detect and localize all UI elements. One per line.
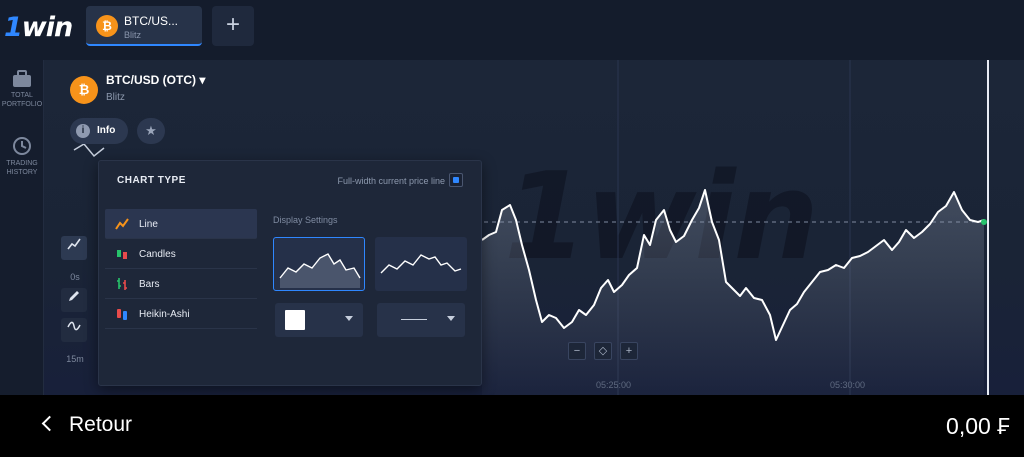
price-line-left: [73, 143, 105, 158]
wave-indicator-icon: [67, 321, 81, 331]
sidebar-item-history[interactable]: TRADING HISTORY: [0, 136, 44, 177]
line-style-dropdown[interactable]: [377, 303, 465, 337]
chart-type-line[interactable]: Line: [105, 209, 257, 239]
line-color-dropdown[interactable]: [275, 303, 363, 337]
balance-value: 0,00 ₣: [946, 413, 1010, 439]
top-bar: 1win ₿ BTC/US... Blitz +: [0, 0, 1024, 60]
line-chart-icon: [67, 238, 81, 250]
star-icon: ★: [145, 123, 157, 138]
drawing-tools-button[interactable]: [61, 288, 87, 312]
time-axis-label: 05:30:00: [830, 380, 866, 390]
area-style-preview: [279, 253, 361, 288]
asset-coin-icon: ₿: [70, 76, 98, 104]
line-style-preview: [401, 319, 427, 320]
zoom-reset-button[interactable]: ◇: [594, 342, 612, 360]
brand-logo[interactable]: 1win: [4, 12, 73, 43]
history-icon: [13, 137, 31, 155]
chart-type-list: Line Candles Bars Heikin-Ashi: [105, 209, 257, 329]
back-label: Retour: [69, 413, 133, 436]
bottom-bar: Retour 0,00 ₣: [0, 395, 1024, 457]
chevron-down-icon: [447, 316, 455, 321]
display-settings-label: Display Settings: [273, 215, 338, 225]
bitcoin-icon: ₿: [96, 15, 118, 37]
asset-subtitle: Blitz: [106, 92, 125, 103]
indicators-button[interactable]: [61, 318, 87, 342]
chart-type-heikin-ashi[interactable]: Heikin-Ashi: [105, 299, 257, 329]
chart-type-bars[interactable]: Bars: [105, 269, 257, 299]
line-style-preview: [380, 254, 462, 274]
sidebar-item-label: TRADING HISTORY: [6, 160, 38, 176]
favorite-button[interactable]: ★: [137, 118, 165, 144]
sidebar-item-label: TOTAL PORTFOLIO: [1, 92, 43, 108]
pencil-icon: [69, 291, 79, 301]
line-icon: [115, 218, 129, 230]
chevron-left-icon: [41, 415, 58, 432]
tab-title: BTC/US...: [124, 14, 179, 28]
zoom-out-button[interactable]: −: [568, 342, 586, 360]
full-width-label: Full-width current price line: [337, 176, 445, 186]
briefcase-icon: [13, 70, 31, 87]
tab-subtitle: Blitz: [124, 30, 142, 40]
interval-label[interactable]: 15m: [61, 348, 89, 370]
info-label: Info: [97, 125, 116, 136]
heikin-ashi-icon: [117, 309, 127, 320]
chart-type-candles[interactable]: Candles: [105, 239, 257, 269]
chart-tools: 0s 15m: [61, 236, 89, 370]
chart-type-panel: CHART TYPE Full-width current price line…: [98, 160, 482, 386]
style-filled-thumbnail[interactable]: [273, 237, 365, 291]
full-width-checkbox[interactable]: [449, 173, 463, 187]
chart-type-button[interactable]: [61, 236, 87, 260]
chevron-down-icon: [345, 316, 353, 321]
zoom-in-button[interactable]: +: [620, 342, 638, 360]
info-icon: i: [76, 124, 90, 138]
asset-selector[interactable]: BTC/USD (OTC) ▾: [106, 73, 205, 87]
tab-btc-usd[interactable]: ₿ BTC/US... Blitz: [86, 6, 202, 46]
style-line-thumbnail[interactable]: [375, 237, 467, 291]
color-swatch: [285, 310, 305, 330]
info-button[interactable]: i Info: [70, 118, 128, 144]
bars-icon: [117, 278, 127, 290]
price-area-fill: [482, 190, 984, 395]
back-button[interactable]: Retour: [41, 413, 133, 437]
add-tab-button[interactable]: +: [212, 6, 254, 46]
time-axis-label: 05:25:00: [596, 380, 632, 390]
panel-title: CHART TYPE: [117, 175, 186, 186]
sidebar-item-portfolio[interactable]: TOTAL PORTFOLIO: [0, 70, 44, 109]
left-sidebar: TOTAL PORTFOLIO TRADING HISTORY: [0, 60, 44, 395]
current-price-dot: [981, 219, 987, 225]
timeframe-label[interactable]: 0s: [61, 266, 89, 288]
candles-icon: [117, 250, 127, 259]
